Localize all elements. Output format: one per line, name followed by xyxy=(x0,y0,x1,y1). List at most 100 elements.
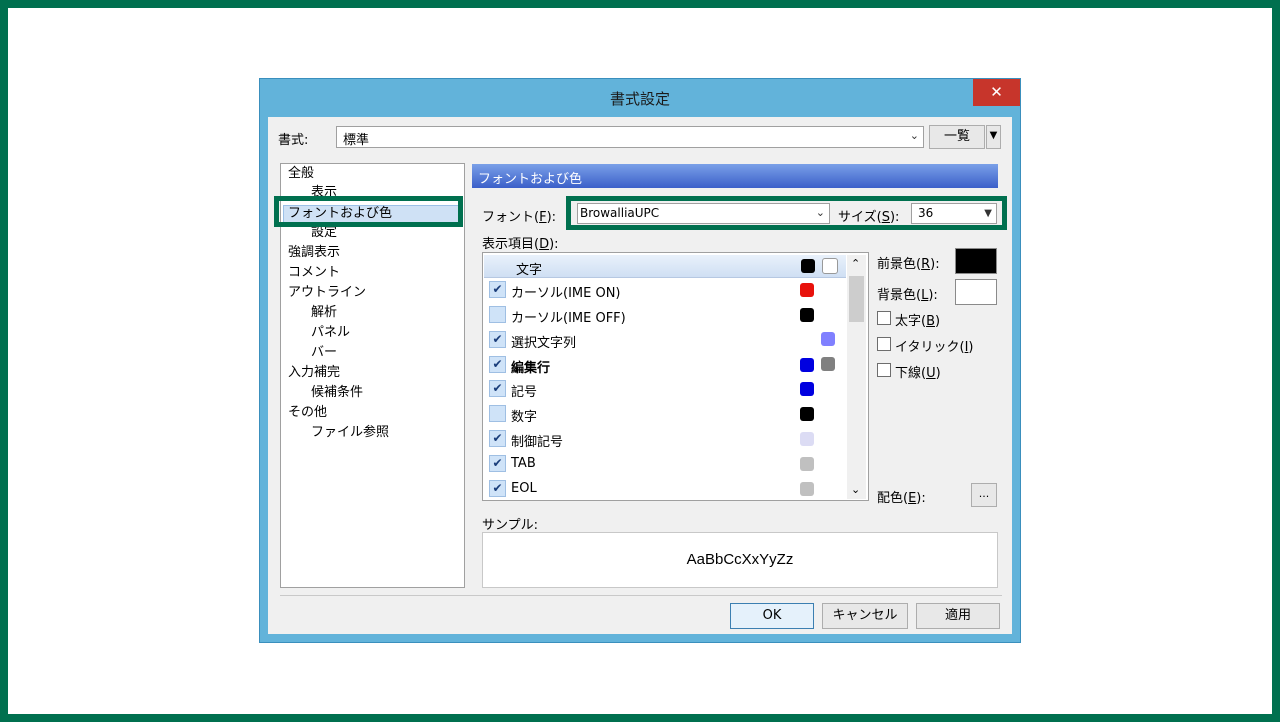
sample-preview: AaBbCcXxYyZz xyxy=(482,532,998,588)
item-checkbox[interactable]: ✔ xyxy=(489,331,506,348)
list-button-label: 一覧 xyxy=(943,129,970,144)
italic-checkbox-label: イタリック(I) xyxy=(895,340,974,355)
list-button[interactable]: 一覧 xyxy=(929,125,985,149)
item-checkbox[interactable]: ✔ xyxy=(489,281,506,298)
italic-checkbox[interactable]: イタリック(I) xyxy=(877,336,974,355)
scroll-up-arrow-icon[interactable]: ⌃ xyxy=(851,257,860,270)
tree-item[interactable]: アウトライン xyxy=(288,285,366,301)
cancel-button[interactable]: キャンセル xyxy=(822,603,908,629)
list-item[interactable]: ✔ 選択文字列 xyxy=(489,330,844,352)
tree-item[interactable]: 入力補完 xyxy=(288,365,340,381)
font-label: フォント(F): xyxy=(482,210,557,225)
dialog-title: 書式設定 xyxy=(609,90,670,108)
tree-item[interactable]: 解析 xyxy=(311,305,337,321)
list-item[interactable]: ✔ EOL xyxy=(489,479,844,501)
italic-checkbox-box[interactable] xyxy=(877,337,891,351)
item-checkbox[interactable] xyxy=(489,306,506,323)
underline-checkbox[interactable]: 下線(U) xyxy=(877,362,941,381)
checkmark-icon: ✔ xyxy=(492,431,503,445)
tree-item[interactable]: その他 xyxy=(288,405,327,421)
tree-item[interactable]: コメント xyxy=(288,265,340,281)
bold-checkbox[interactable]: 太字(B) xyxy=(877,310,941,329)
tree-item[interactable]: 全般 xyxy=(288,166,314,182)
list-item[interactable]: 数字 xyxy=(489,404,844,426)
dialog-body: 書式: 標準 ⌄ 一覧 ▼ 全般 表示 フォントおよび色 設定 強調表示 コメント アウトラ… xyxy=(268,117,1012,634)
item-checkbox[interactable] xyxy=(489,405,506,422)
separator xyxy=(280,595,1002,596)
color-scheme-button[interactable]: ... xyxy=(971,483,997,507)
list-item[interactable]: カーソル(IME OFF) xyxy=(489,305,844,327)
item-checkbox[interactable]: ✔ xyxy=(489,430,506,447)
sample-label: サンプル: xyxy=(482,518,538,533)
color-scheme-button-label: ... xyxy=(978,487,990,500)
fg-color-swatch xyxy=(800,432,814,446)
fg-color-button[interactable] xyxy=(955,248,997,274)
title-bar[interactable]: 書式設定 ✕ xyxy=(260,79,1020,117)
scrollbar-thumb[interactable] xyxy=(849,276,864,322)
list-item[interactable]: ✔ TAB xyxy=(489,454,844,476)
fg-color-swatch xyxy=(800,283,814,297)
format-settings-dialog: 書式設定 ✕ 書式: 標準 ⌄ 一覧 ▼ 全般 表示 フォントおよび色 設定 強調表示コ… xyxy=(259,78,1021,643)
list-item-label: 選択文字列 xyxy=(511,336,577,351)
list-item-label: 制御記号 xyxy=(511,435,564,450)
format-select-value: 標準 xyxy=(343,133,370,148)
list-dropdown-button[interactable]: ▼ xyxy=(986,125,1001,149)
list-scrollbar[interactable]: ⌃ ⌄ xyxy=(847,255,866,499)
underline-checkbox-label: 下線(U) xyxy=(895,366,941,381)
checkmark-icon: ✔ xyxy=(492,481,503,495)
list-item[interactable]: ✔ 記号 xyxy=(489,379,844,401)
list-item[interactable]: ✔ 制御記号 xyxy=(489,429,844,451)
fg-color-swatch xyxy=(800,407,814,421)
apply-button-label: 適用 xyxy=(944,608,971,623)
color-scheme-label: 配色(E): xyxy=(877,491,926,506)
chevron-down-icon: ⌄ xyxy=(909,129,919,142)
checkmark-icon: ✔ xyxy=(492,282,503,296)
item-checkbox[interactable]: ✔ xyxy=(489,455,506,472)
item-checkbox[interactable]: ✔ xyxy=(489,356,506,373)
tree-item[interactable]: 候補条件 xyxy=(311,385,363,401)
header-fg-swatch xyxy=(801,259,815,273)
fg-color-swatch xyxy=(800,358,814,372)
list-item-label: EOL xyxy=(511,481,537,496)
apply-button[interactable]: 適用 xyxy=(916,603,1000,629)
bold-checkbox-label: 太字(B) xyxy=(895,314,941,329)
bold-checkbox-box[interactable] xyxy=(877,311,891,325)
close-button[interactable]: ✕ xyxy=(973,79,1020,106)
list-item-label: 記号 xyxy=(511,385,538,400)
tree-item[interactable]: 強調表示 xyxy=(288,245,340,261)
list-item-label: カーソル(IME OFF) xyxy=(511,311,626,326)
checkmark-icon: ✔ xyxy=(492,332,503,346)
item-checkbox[interactable]: ✔ xyxy=(489,480,506,497)
fg-color-swatch xyxy=(800,482,814,496)
checkmark-icon: ✔ xyxy=(492,381,503,395)
highlight-box-font xyxy=(566,196,1007,230)
item-checkbox[interactable]: ✔ xyxy=(489,380,506,397)
list-header-label: 文字 xyxy=(516,263,543,278)
list-item[interactable]: ✔ カーソル(IME ON) xyxy=(489,280,844,302)
tree-item[interactable]: ファイル参照 xyxy=(311,425,389,441)
underline-checkbox-box[interactable] xyxy=(877,363,891,377)
format-select[interactable]: 標準 ⌄ xyxy=(336,126,924,148)
list-item-label: 数字 xyxy=(511,410,538,425)
checkmark-icon: ✔ xyxy=(492,456,503,470)
close-icon: ✕ xyxy=(990,83,1003,101)
fg-color-swatch xyxy=(800,457,814,471)
list-item-label: TAB xyxy=(511,456,536,471)
bg-color-label: 背景色(L): xyxy=(877,288,938,303)
list-header-row[interactable]: 文字 xyxy=(484,255,846,278)
tree-item[interactable]: パネル xyxy=(311,325,350,341)
sample-text: AaBbCcXxYyZz xyxy=(686,551,794,568)
bg-color-button[interactable] xyxy=(955,279,997,305)
scroll-down-arrow-icon[interactable]: ⌄ xyxy=(851,483,860,496)
tree-item[interactable]: バー xyxy=(311,345,337,361)
tree-item[interactable]: 設定 xyxy=(311,225,337,241)
fg-color-label: 前景色(R): xyxy=(877,257,940,272)
bg-color-swatch xyxy=(821,332,835,346)
list-item[interactable]: ✔ 編集行 xyxy=(489,355,844,377)
fg-color-swatch xyxy=(800,308,814,322)
ok-button-label: OK xyxy=(762,608,782,623)
ok-button[interactable]: OK xyxy=(730,603,814,629)
section-header: フォントおよび色 xyxy=(472,164,998,188)
chevron-down-icon: ▼ xyxy=(989,130,998,141)
list-item-label: 編集行 xyxy=(511,361,551,376)
